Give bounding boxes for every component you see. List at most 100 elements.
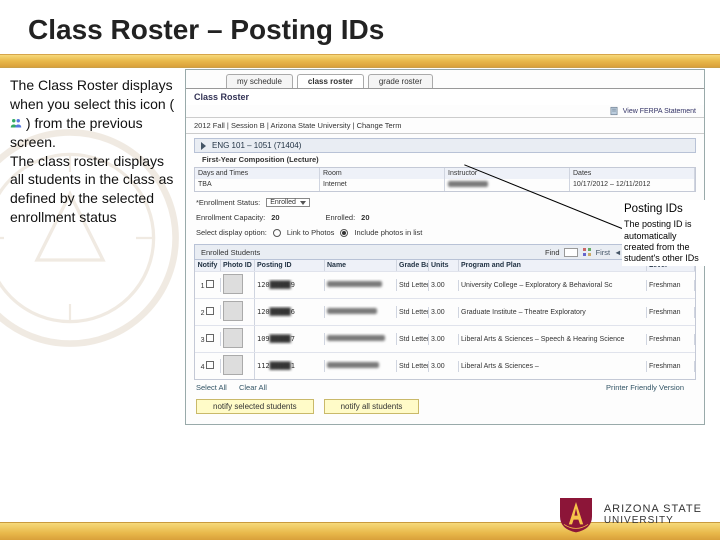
row-num: 2: [201, 310, 205, 317]
enrolled-students-bar: Enrolled Students Find First ◄ 1-20 of 2…: [194, 244, 696, 260]
hdr-grade: Grade Basis: [397, 260, 429, 271]
slide-title: Class Roster – Posting IDs: [0, 0, 720, 54]
row-num: 3: [201, 337, 205, 344]
expand-triangle-icon: [201, 142, 206, 150]
table-row: 3 109█████7 Std Letter 3.00 Liberal Arts…: [195, 325, 695, 352]
title-divider-band: [0, 54, 720, 68]
cell-grade: Std Letter: [397, 307, 429, 318]
radio-link-photos[interactable]: [273, 229, 281, 237]
notify-all-button[interactable]: notify all students: [324, 399, 420, 414]
sched-room: Internet: [320, 179, 445, 191]
course-header-bar[interactable]: ENG 101 – 1051 (71404): [194, 138, 696, 153]
notify-selected-button[interactable]: notify selected students: [196, 399, 314, 414]
posting-suffix: 6: [291, 308, 295, 316]
tab-class-roster[interactable]: class roster: [297, 74, 364, 88]
posting-ids-callout: Posting IDs The posting ID is automatica…: [622, 200, 710, 266]
notify-checkbox[interactable]: [206, 307, 214, 315]
sched-hdr-instructor: Instructor: [445, 168, 570, 179]
explanatory-text-part2: ) from the previous screen.: [10, 115, 143, 150]
grid-view-icon[interactable]: [582, 247, 592, 257]
table-row: 4 112█████1 Std Letter 3.00 Liberal Arts…: [195, 352, 695, 379]
hdr-notify: Notify: [195, 260, 221, 271]
opt-link-photos-label: Link to Photos: [287, 228, 335, 237]
table-row: 2 120█████6 Std Letter 3.00 Graduate Ins…: [195, 298, 695, 325]
course-subtitle: First-Year Composition (Lecture): [186, 155, 704, 164]
sched-days: TBA: [195, 179, 320, 191]
capacity-value: 20: [271, 213, 279, 222]
explanatory-text-part1: The Class Roster displays when you selec…: [10, 77, 174, 112]
cell-grade: Std Letter: [397, 280, 429, 291]
opt-include-photos-label: Include photos in list: [354, 228, 422, 237]
clear-all-link[interactable]: Clear All: [239, 383, 267, 392]
callout-title: Posting IDs: [624, 202, 708, 216]
posting-suffix: 1: [291, 362, 295, 370]
sched-hdr-dates: Dates: [570, 168, 695, 179]
cell-units: 3.00: [429, 307, 459, 318]
cell-grade: Std Letter: [397, 334, 429, 345]
explanatory-text-part3: The class roster displays all students i…: [10, 153, 173, 226]
enrolled-label: Enrolled:: [326, 213, 356, 222]
row-num: 4: [201, 364, 205, 371]
row-num: 1: [201, 283, 205, 290]
explanatory-text: The Class Roster displays when you selec…: [10, 76, 178, 227]
cell-program: Liberal Arts & Sciences – Speech & Heari…: [459, 334, 647, 345]
selection-row: Select All Clear All Printer Friendly Ve…: [186, 380, 704, 395]
notify-checkbox[interactable]: [206, 280, 214, 288]
hdr-name: Name: [325, 260, 397, 271]
cell-units: 3.00: [429, 361, 459, 372]
enrolled-students-title: Enrolled Students: [201, 248, 260, 257]
cell-level: Freshman: [647, 361, 695, 372]
slide-footer: ARIZONA STATE UNIVERSITY: [0, 522, 720, 540]
find-input-placeholder[interactable]: [564, 248, 578, 257]
printer-friendly-link[interactable]: Printer Friendly Version: [606, 383, 684, 392]
enroll-status-value: Enrolled: [270, 199, 296, 206]
ferpa-link[interactable]: View FERPA Statement: [623, 108, 696, 115]
posting-suffix: 7: [291, 335, 295, 343]
section-heading: Class Roster: [186, 88, 704, 105]
cell-program: Graduate Institute – Theatre Exploratory: [459, 307, 647, 318]
photo-thumbnail: [223, 274, 243, 294]
cell-level: Freshman: [647, 307, 695, 318]
tab-strip: my schedule class roster grade roster: [186, 70, 704, 88]
find-label: Find: [545, 248, 560, 257]
sched-dates: 10/17/2012 – 12/11/2012: [570, 179, 695, 191]
schedule-table: Days and Times Room Instructor Dates TBA…: [194, 167, 696, 192]
cell-level: Freshman: [647, 334, 695, 345]
enroll-status-label: *Enrollment Status:: [196, 198, 260, 207]
enroll-status-select[interactable]: Enrolled: [266, 198, 310, 207]
radio-include-photos[interactable]: [340, 229, 348, 237]
table-row: 1 120█████9 Std Letter 3.00 University C…: [195, 271, 695, 298]
display-option-label: Select display option:: [196, 228, 267, 237]
asu-logo: ARIZONA STATE UNIVERSITY: [556, 494, 702, 534]
select-all-link[interactable]: Select All: [196, 383, 227, 392]
action-button-row: notify selected students notify all stud…: [186, 395, 704, 420]
photo-thumbnail: [223, 328, 243, 348]
nav-first[interactable]: First: [596, 248, 611, 257]
capacity-label: Enrollment Capacity:: [196, 213, 265, 222]
logo-line1: ARIZONA STATE: [604, 503, 702, 515]
term-line: 2012 Fall | Session B | Arizona State Un…: [186, 117, 704, 134]
notify-checkbox[interactable]: [206, 361, 214, 369]
content-area: The Class Roster displays when you selec…: [0, 68, 720, 488]
posting-prefix: 120: [257, 281, 270, 289]
photo-thumbnail: [223, 301, 243, 321]
tab-my-schedule[interactable]: my schedule: [226, 74, 293, 88]
cell-program: Liberal Arts & Sciences –: [459, 361, 647, 372]
document-icon: [609, 106, 619, 116]
cell-grade: Std Letter: [397, 361, 429, 372]
cell-program: University College – Exploratory & Behav…: [459, 280, 647, 291]
people-icon: [10, 117, 22, 129]
hdr-program: Program and Plan: [459, 260, 647, 271]
cell-units: 3.00: [429, 334, 459, 345]
posting-prefix: 109: [257, 335, 270, 343]
hdr-posting: Posting ID: [255, 260, 325, 271]
notify-checkbox[interactable]: [206, 334, 214, 342]
callout-body: The posting ID is automatically created …: [624, 219, 708, 264]
sched-hdr-days: Days and Times: [195, 168, 320, 179]
hdr-photo: Photo ID: [221, 260, 255, 271]
hdr-units: Units: [429, 260, 459, 271]
tab-grade-roster[interactable]: grade roster: [368, 74, 433, 88]
chevron-down-icon: [300, 201, 306, 205]
posting-suffix: 9: [291, 281, 295, 289]
roster-table: Notify Photo ID Posting ID Name Grade Ba…: [194, 260, 696, 380]
